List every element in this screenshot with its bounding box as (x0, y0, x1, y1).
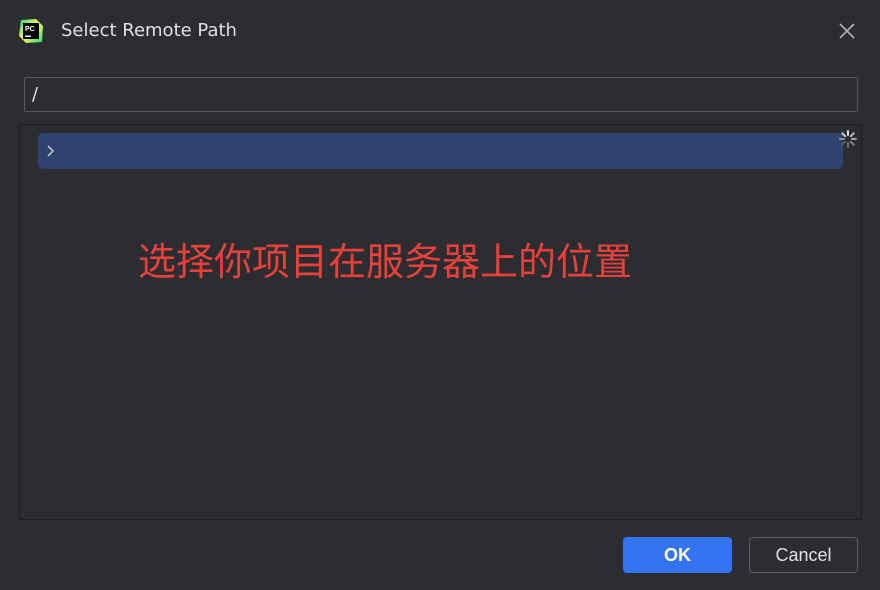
tree-root-row[interactable] (38, 133, 843, 169)
remote-file-tree[interactable]: 选择你项目在服务器上的位置 (19, 124, 862, 520)
remote-path-input[interactable] (25, 78, 857, 111)
cancel-button[interactable]: Cancel (749, 537, 858, 573)
title-bar: PC Select Remote Path (0, 0, 880, 62)
remote-path-field[interactable] (24, 77, 858, 112)
chevron-right-icon[interactable] (44, 143, 58, 159)
ok-button[interactable]: OK (623, 537, 732, 573)
close-icon[interactable] (834, 18, 860, 44)
select-remote-path-dialog: PC Select Remote Path / 选择你项目在服务器上的位置 OK… (0, 0, 880, 590)
pycharm-app-icon: PC (19, 19, 43, 43)
svg-text:PC: PC (25, 26, 35, 33)
spinner-icon (839, 130, 857, 148)
dialog-title: Select Remote Path (61, 20, 237, 41)
annotation-text: 选择你项目在服务器上的位置 (138, 240, 633, 284)
